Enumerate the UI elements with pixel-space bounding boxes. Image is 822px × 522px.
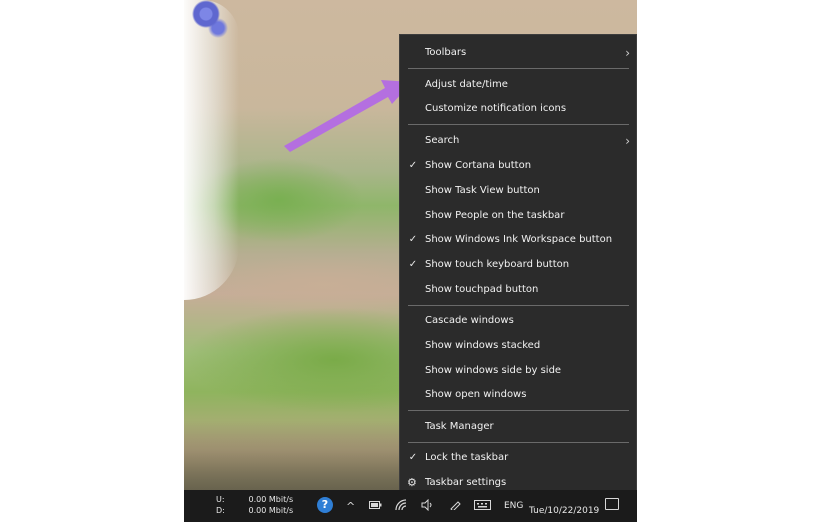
network-speed-monitor: U: 0.00 Mbit/s D: 0.00 Mbit/s xyxy=(216,494,293,516)
checkmark-icon: ✓ xyxy=(408,160,418,171)
menu-item-label: Taskbar settings xyxy=(425,477,507,488)
pen-workspace-icon[interactable] xyxy=(450,500,462,510)
menu-item-toolbars[interactable]: Toolbars › xyxy=(400,42,636,64)
menu-separator xyxy=(408,124,629,125)
menu-item-label: Search xyxy=(425,135,460,146)
menu-item-show-touchpad[interactable]: Show touchpad button xyxy=(400,279,636,301)
menu-item-label: Task Manager xyxy=(425,421,494,432)
menu-item-show-windows-ink[interactable]: ✓ Show Windows Ink Workspace button xyxy=(400,229,636,251)
chevron-right-icon: › xyxy=(625,46,630,60)
chevron-right-icon: › xyxy=(625,134,630,148)
battery-icon[interactable] xyxy=(369,501,382,510)
menu-item-label: Show touch keyboard button xyxy=(425,259,570,270)
menu-separator xyxy=(408,68,629,69)
touch-keyboard-icon[interactable] xyxy=(474,500,491,510)
menu-item-label: Show Task View button xyxy=(425,185,540,196)
menu-item-label: Show People on the taskbar xyxy=(425,210,565,221)
taskbar[interactable]: U: 0.00 Mbit/s D: 0.00 Mbit/s ? ^ ENG Tu… xyxy=(184,490,637,522)
menu-item-show-windows-side-by-side[interactable]: Show windows side by side xyxy=(400,360,636,382)
input-language-indicator[interactable]: ENG xyxy=(504,501,523,511)
checkmark-icon: ✓ xyxy=(408,452,418,463)
menu-item-lock-the-taskbar[interactable]: ✓ Lock the taskbar xyxy=(400,447,636,469)
download-value: 0.00 Mbit/s xyxy=(248,506,294,515)
menu-separator xyxy=(408,410,629,411)
menu-item-show-people[interactable]: Show People on the taskbar xyxy=(400,205,636,227)
menu-item-label: Cascade windows xyxy=(425,315,514,326)
menu-item-customize-notification-icons[interactable]: Customize notification icons xyxy=(400,98,636,120)
help-icon[interactable]: ? xyxy=(317,497,333,513)
taskbar-context-menu: Toolbars › Adjust date/time Customize no… xyxy=(399,34,637,494)
download-label: D: xyxy=(216,506,225,515)
volume-icon[interactable] xyxy=(421,499,433,511)
menu-item-show-windows-stacked[interactable]: Show windows stacked xyxy=(400,335,636,357)
upload-label: U: xyxy=(216,495,225,504)
menu-item-task-manager[interactable]: Task Manager xyxy=(400,416,636,438)
menu-separator xyxy=(408,442,629,443)
action-center-icon[interactable] xyxy=(605,498,619,510)
menu-item-label: Show Windows Ink Workspace button xyxy=(425,234,613,245)
menu-item-show-task-view-button[interactable]: Show Task View button xyxy=(400,180,636,202)
menu-item-search[interactable]: Search › xyxy=(400,130,636,152)
menu-separator xyxy=(408,305,629,306)
wifi-icon[interactable] xyxy=(395,499,407,511)
menu-item-label: Show windows side by side xyxy=(425,365,562,376)
menu-item-label: Show windows stacked xyxy=(425,340,541,351)
menu-item-cascade-windows[interactable]: Cascade windows xyxy=(400,310,636,332)
menu-item-label: Show touchpad button xyxy=(425,284,539,295)
menu-item-show-cortana-button[interactable]: ✓ Show Cortana button xyxy=(400,155,636,177)
checkmark-icon: ✓ xyxy=(408,234,418,245)
tray-chevron-up-icon[interactable]: ^ xyxy=(346,500,355,514)
menu-item-show-touch-keyboard[interactable]: ✓ Show touch keyboard button xyxy=(400,254,636,276)
menu-item-label: Adjust date/time xyxy=(425,79,508,90)
menu-item-label: Lock the taskbar xyxy=(425,452,509,463)
menu-item-label: Show Cortana button xyxy=(425,160,532,171)
menu-item-label: Toolbars xyxy=(425,47,467,58)
menu-item-show-open-windows[interactable]: Show open windows xyxy=(400,384,636,406)
menu-item-adjust-date-time[interactable]: Adjust date/time xyxy=(400,74,636,96)
menu-item-label: Customize notification icons xyxy=(425,103,567,114)
checkmark-icon: ✓ xyxy=(408,259,418,270)
menu-item-label: Show open windows xyxy=(425,389,527,400)
taskbar-clock-date[interactable]: Tue/10/22/2019 xyxy=(529,506,599,516)
upload-value: 0.00 Mbit/s xyxy=(248,495,294,504)
